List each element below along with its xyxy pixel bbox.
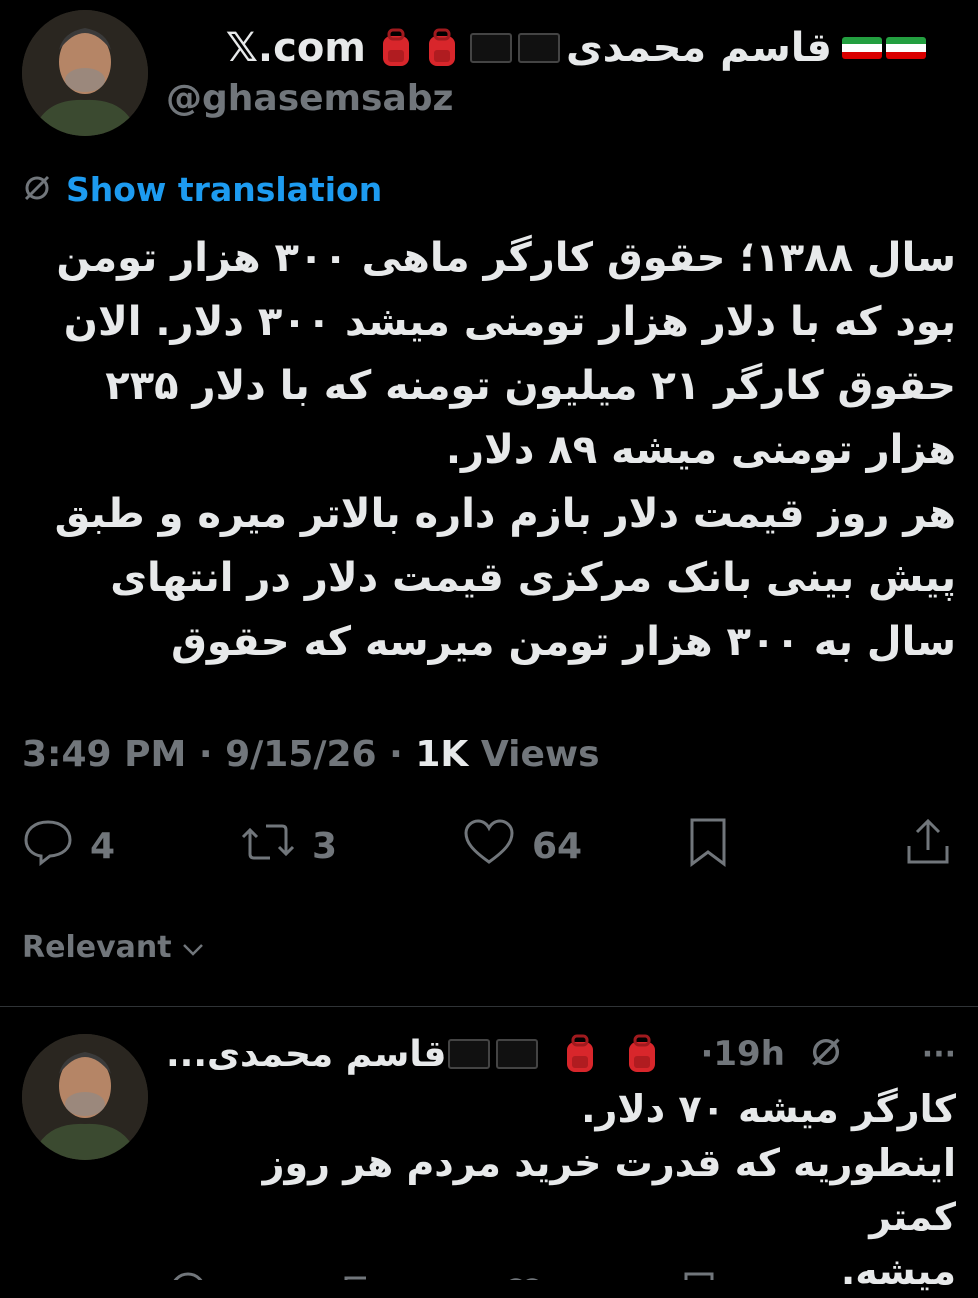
like-button[interactable]: 64 [462,818,582,874]
black-flag-icon [496,1039,539,1069]
black-flag-icon [448,1039,491,1069]
views-count: 1K [415,734,469,775]
reply-age[interactable]: ·19h [700,1034,784,1074]
meta-separator: · [198,734,226,775]
author-name-row[interactable]: 𝕏.com قاسم محمدی [186,22,926,74]
meta-separator: · [389,734,416,775]
views-label: Views [480,734,600,775]
share-button[interactable] [904,818,952,874]
globe-slash-icon [22,173,52,207]
reply-age-value: 19h [713,1034,785,1074]
tweet-meta: 3:49 PM · 9/15/26 · 1K Views [22,734,600,775]
share-icon [904,816,952,877]
heart-icon [462,818,516,875]
repost-icon [240,818,296,875]
section-divider [0,1006,978,1007]
author-display-name[interactable]: قاسم محمدی [566,25,832,71]
like-count: 64 [532,825,583,867]
reply-actions-partial [166,1268,956,1280]
iran-flag-icon [842,37,882,59]
show-translation-button[interactable]: Show translation [22,170,382,209]
tweet-date[interactable]: 9/15/26 [225,734,377,775]
chevron-down-icon [182,930,204,965]
reply-author-avatar[interactable] [22,1034,148,1160]
more-options-button[interactable]: ··· [922,1037,956,1072]
reply-icon [22,818,74,875]
author-handle[interactable]: @ghasemsabz [166,78,454,119]
bookmark-button[interactable] [686,818,730,874]
backpack-emoji-icon [426,28,458,68]
backpack-emoji-icon [380,28,412,68]
black-flag-icon [517,33,560,63]
sort-replies-button[interactable]: Relevant [22,930,204,965]
site-label: 𝕏.com [225,25,366,71]
tweet-time[interactable]: 3:49 PM [22,734,186,775]
reply-author-name[interactable]: قاسم محمدی... [166,1034,446,1075]
reply-button[interactable]: 4 [22,818,115,874]
author-avatar[interactable] [22,10,148,136]
show-translation-label[interactable]: Show translation [66,170,382,209]
globe-slash-icon [809,1035,843,1073]
tweet-body: سال ۱۳۸۸؛ حقوق کارگر ماهی ۳۰۰ هزار تومن … [54,235,956,665]
reply-header: قاسم محمدی... ·19h ··· [166,1030,956,1078]
sort-label: Relevant [22,930,172,965]
black-flag-icon [469,33,512,63]
backpack-emoji-icon [626,1034,658,1074]
backpack-emoji-icon [564,1034,596,1074]
bookmark-icon [686,816,730,877]
reply-body: کارگر میشه ۷۰ دلار. اینطوریه که قدرت خری… [262,1087,956,1293]
reply-count: 4 [90,825,116,867]
iran-flag-icon [886,37,926,59]
repost-button[interactable]: 3 [240,818,337,874]
repost-count: 3 [312,825,338,867]
